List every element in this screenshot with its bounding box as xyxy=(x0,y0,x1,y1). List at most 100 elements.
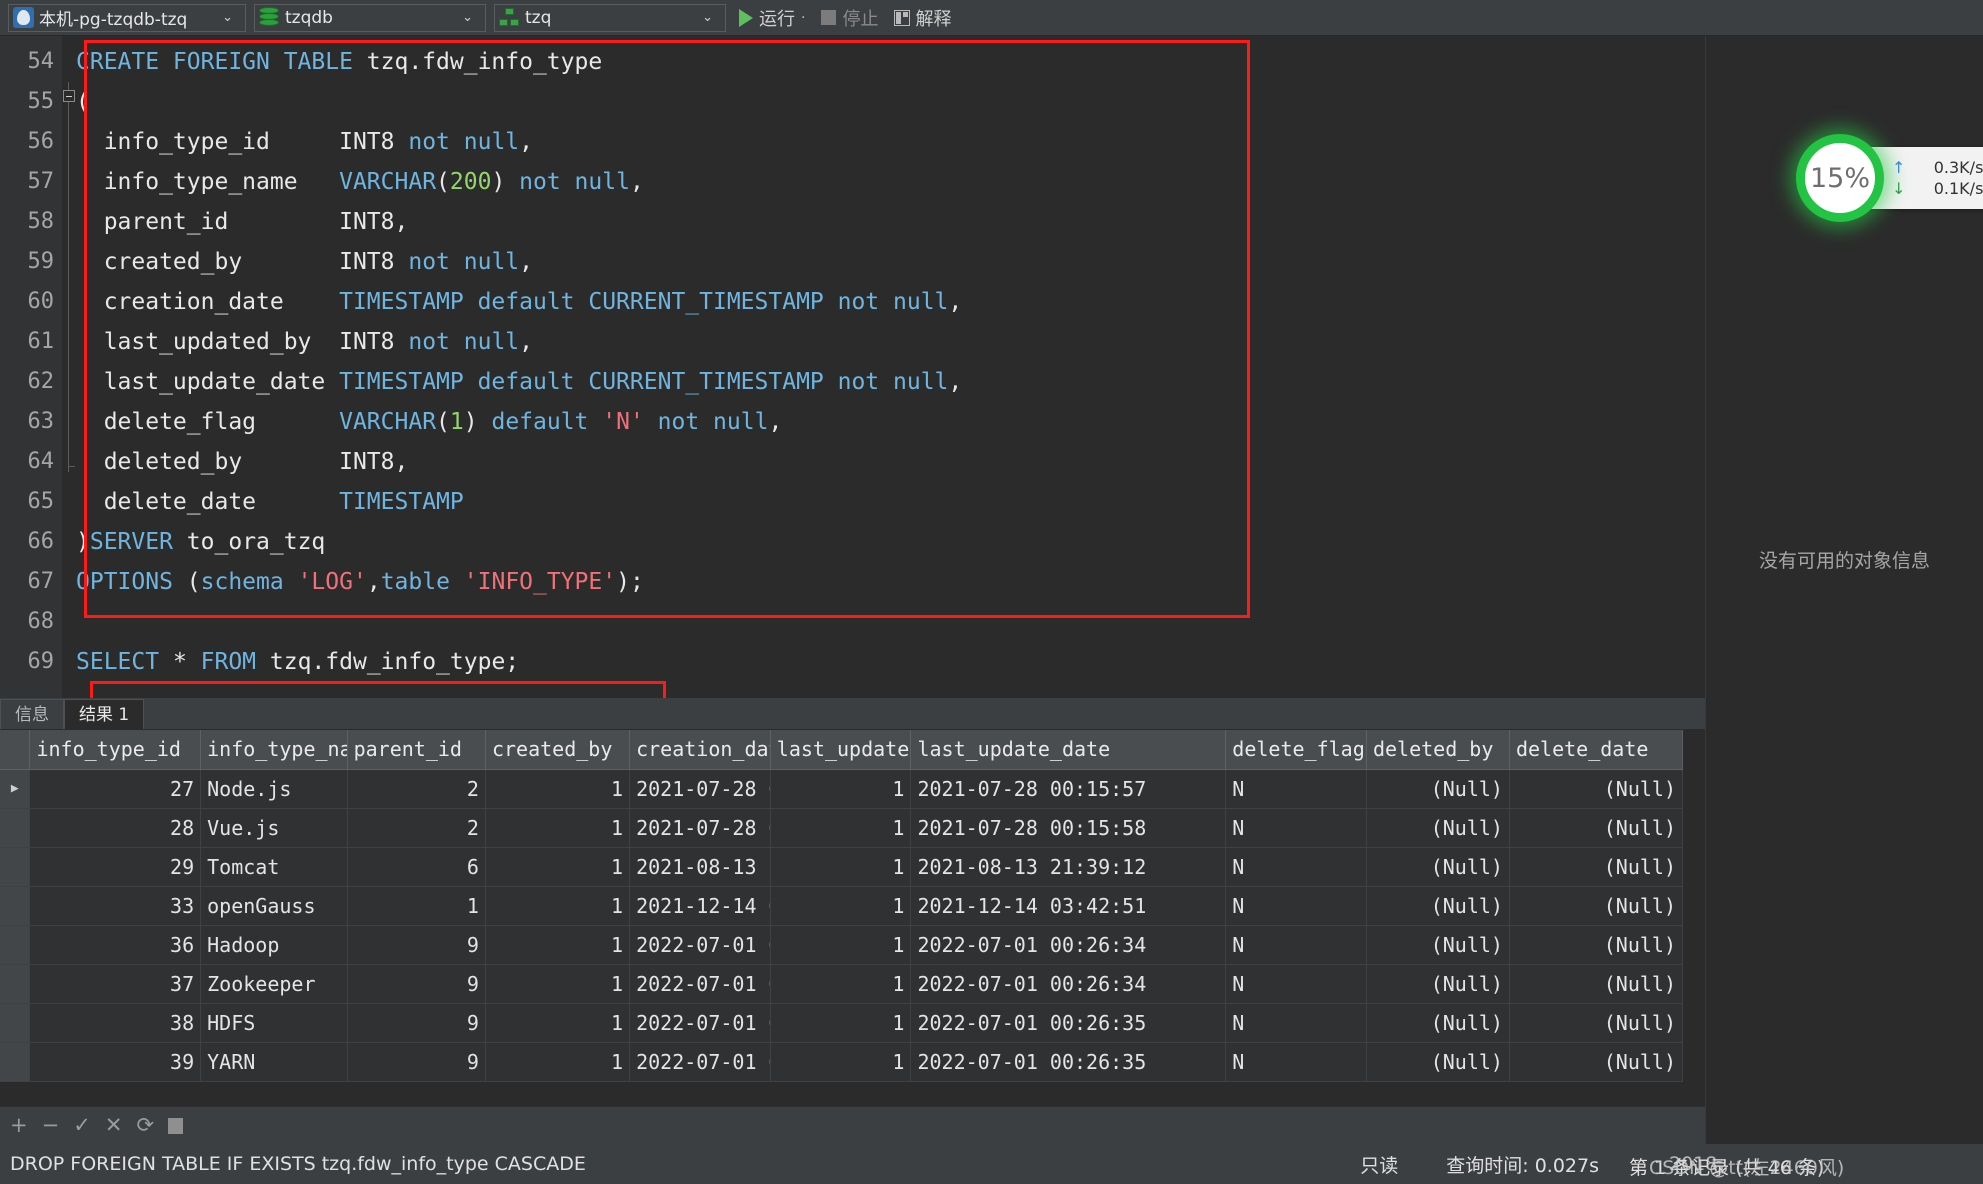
code-line[interactable]: info_type_name VARCHAR(200) not null, xyxy=(62,162,1705,202)
table-cell[interactable]: (Null) xyxy=(1366,847,1510,887)
table-cell[interactable]: YARN xyxy=(200,1042,348,1082)
table-cell[interactable]: 2 xyxy=(347,808,486,848)
code-line[interactable]: ( xyxy=(62,82,1705,122)
table-cell[interactable]: N xyxy=(1225,769,1367,809)
table-cell[interactable]: 37 xyxy=(29,964,202,1004)
table-cell[interactable]: Hadoop xyxy=(200,925,348,965)
table-row[interactable]: 29 Tomcat 6 1 2021-08-13 2 1 2021-08-13 21:39:… xyxy=(0,847,1684,887)
table-cell[interactable]: 1 xyxy=(485,847,631,887)
table-cell[interactable]: 1 xyxy=(770,1042,912,1082)
stop-loading-button[interactable] xyxy=(168,1117,184,1134)
table-row[interactable]: 37 Zookeeper 9 1 2022-07-01 0 1 2022-07-01 00:… xyxy=(0,964,1684,1004)
table-cell[interactable]: 1 xyxy=(770,886,912,926)
table-cell[interactable]: 1 xyxy=(485,1042,631,1082)
table-cell[interactable]: 2022-07-01 0 xyxy=(629,925,771,965)
table-cell[interactable]: 2022-07-01 00:26:35 xyxy=(910,1003,1227,1043)
table-cell[interactable]: 1 xyxy=(770,1003,912,1043)
table-cell[interactable]: 2021-07-28 00:15:57 xyxy=(910,769,1227,809)
cancel-edit-button[interactable]: ✕ xyxy=(105,1115,123,1136)
table-cell[interactable]: 9 xyxy=(347,964,486,1004)
code-line[interactable]: SELECT * FROM tzq.fdw_info_type; xyxy=(62,642,1705,682)
schema-selector[interactable]: tzq ⌄ xyxy=(494,3,726,32)
table-cell[interactable]: (Null) xyxy=(1366,964,1510,1004)
code-line[interactable]: creation_date TIMESTAMP default CURRENT_… xyxy=(62,282,1705,322)
table-cell[interactable]: 1 xyxy=(485,1003,631,1043)
remove-row-button[interactable]: − xyxy=(42,1115,60,1136)
result-grid[interactable]: info_type_idinfo_type_nameparent_idcreat… xyxy=(0,730,1705,1106)
code-line[interactable]: CREATE FOREIGN TABLE tzq.fdw_info_type xyxy=(62,42,1705,82)
table-cell[interactable]: (Null) xyxy=(1366,925,1510,965)
table-cell[interactable]: 33 xyxy=(29,886,202,926)
chevron-down-icon[interactable]: ⌄ xyxy=(210,10,241,25)
table-cell[interactable]: (Null) xyxy=(1509,1003,1684,1043)
table-cell[interactable]: 1 xyxy=(485,769,631,809)
table-cell[interactable]: (Null) xyxy=(1509,808,1684,848)
result-tab[interactable]: 结果 1 xyxy=(64,699,145,729)
table-cell[interactable]: 28 xyxy=(29,808,202,848)
table-cell[interactable]: 1 xyxy=(347,886,486,926)
sql-editor[interactable]: 54 55 56 57 58 59 60 61 62 63 64 65 66 67 68 69 CREATE … xyxy=(0,36,1705,731)
chevron-down-icon[interactable]: ⌄ xyxy=(690,10,721,25)
database-selector[interactable]: tzqdb ⌄ xyxy=(254,3,486,32)
result-tab[interactable]: 信息 xyxy=(0,699,64,729)
row-marker[interactable] xyxy=(0,886,31,926)
row-marker[interactable] xyxy=(0,808,31,848)
table-cell[interactable]: 1 xyxy=(485,925,631,965)
row-marker[interactable] xyxy=(0,1042,31,1082)
column-header[interactable]: created_by xyxy=(485,730,631,770)
table-cell[interactable]: N xyxy=(1225,964,1367,1004)
table-cell[interactable]: Vue.js xyxy=(200,808,348,848)
table-cell[interactable]: 27 xyxy=(29,769,202,809)
explain-button[interactable]: 解释 xyxy=(891,3,954,33)
table-cell[interactable]: 1 xyxy=(770,925,912,965)
chevron-down-icon[interactable]: ⌄ xyxy=(450,10,481,25)
connection-selector[interactable]: 本机-pg-tzqdb-tzq ⌄ xyxy=(8,3,246,32)
table-cell[interactable]: 1 xyxy=(770,847,912,887)
table-cell[interactable]: 36 xyxy=(29,925,202,965)
table-cell[interactable]: (Null) xyxy=(1509,964,1684,1004)
code-line[interactable]: created_by INT8 not null, xyxy=(62,242,1705,282)
table-row[interactable]: 38 HDFS 9 1 2022-07-01 0 1 2022-07-01 00:26:35… xyxy=(0,1003,1684,1043)
table-cell[interactable]: (Null) xyxy=(1366,886,1510,926)
run-dropdown-icon[interactable]: · xyxy=(801,10,805,26)
table-cell[interactable]: 38 xyxy=(29,1003,202,1043)
table-cell[interactable]: N xyxy=(1225,1003,1367,1043)
table-cell[interactable]: 2021-12-14 03:42:51 xyxy=(910,886,1227,926)
column-header[interactable]: delete_date xyxy=(1509,730,1684,770)
table-cell[interactable]: 9 xyxy=(347,925,486,965)
code-area[interactable]: CREATE FOREIGN TABLE tzq.fdw_info_type( … xyxy=(62,36,1705,698)
row-marker[interactable] xyxy=(0,847,31,887)
add-row-button[interactable]: + xyxy=(10,1115,28,1136)
table-cell[interactable]: 39 xyxy=(29,1042,202,1082)
table-cell[interactable]: 1 xyxy=(485,808,631,848)
table-cell[interactable]: 1 xyxy=(485,886,631,926)
table-cell[interactable]: 2 xyxy=(347,769,486,809)
table-cell[interactable]: N xyxy=(1225,847,1367,887)
table-cell[interactable]: 6 xyxy=(347,847,486,887)
table-cell[interactable]: HDFS xyxy=(200,1003,348,1043)
column-header[interactable]: last_updated_by xyxy=(770,730,912,770)
table-cell[interactable]: (Null) xyxy=(1509,925,1684,965)
code-line[interactable]: last_update_date TIMESTAMP default CURRE… xyxy=(62,362,1705,402)
column-header[interactable]: last_update_date xyxy=(910,730,1227,770)
table-cell[interactable]: openGauss xyxy=(200,886,348,926)
table-cell[interactable]: 2022-07-01 0 xyxy=(629,964,771,1004)
table-row[interactable]: 39 YARN 9 1 2022-07-01 0 1 2022-07-01 00:26:35… xyxy=(0,1042,1684,1082)
code-line[interactable] xyxy=(62,602,1705,642)
table-cell[interactable]: (Null) xyxy=(1509,1042,1684,1082)
table-cell[interactable]: (Null) xyxy=(1366,1003,1510,1043)
row-marker[interactable] xyxy=(0,1003,31,1043)
network-meter-widget[interactable]: 15% ↑ 0.3K/s ↓ 0.1K/s xyxy=(1796,134,1983,222)
column-header[interactable]: info_type_id xyxy=(29,730,202,770)
code-line[interactable]: deleted_by INT8, xyxy=(62,442,1705,482)
run-button[interactable]: 运行 · xyxy=(736,3,808,33)
table-cell[interactable]: (Null) xyxy=(1366,1042,1510,1082)
refresh-button[interactable]: ⟳ xyxy=(136,1115,154,1136)
column-header[interactable]: info_type_name xyxy=(200,730,348,770)
table-cell[interactable]: (Null) xyxy=(1366,769,1510,809)
table-cell[interactable]: 2021-07-28 0 xyxy=(629,808,771,848)
table-cell[interactable]: N xyxy=(1225,1042,1367,1082)
code-line[interactable]: parent_id INT8, xyxy=(62,202,1705,242)
table-cell[interactable]: 1 xyxy=(485,964,631,1004)
column-header[interactable]: parent_id xyxy=(347,730,486,770)
